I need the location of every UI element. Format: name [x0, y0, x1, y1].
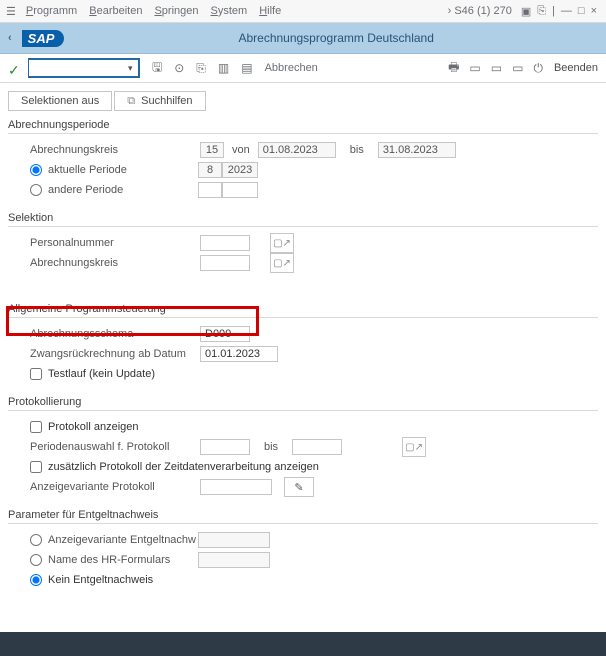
section-protokoll: Protokoll anzeigen Periodenauswahl f. Pr…	[8, 410, 598, 507]
sel-abrkreis-label: Abrechnungskreis	[30, 257, 200, 269]
chevron-down-icon[interactable]: ▾	[125, 63, 136, 74]
multiselect-icon: ▢↗	[405, 442, 423, 453]
aktuelle-jahr-field[interactable]	[222, 162, 258, 178]
menu-hilfe[interactable]: Hilfe	[259, 5, 281, 17]
attributes-icon[interactable]: ▥	[218, 61, 229, 75]
close-icon[interactable]: ×	[591, 5, 597, 17]
section-abrechnungsperiode-title: Abrechnungsperiode	[0, 117, 606, 133]
edit-variant-button[interactable]: ✎	[284, 477, 314, 497]
kein-entgelt-label: Kein Entgeltnachweis	[48, 574, 153, 586]
andere-monat-field[interactable]	[198, 182, 222, 198]
transaction-combo[interactable]: ▾	[28, 58, 140, 78]
layout3-icon[interactable]: ▭	[512, 61, 523, 75]
periodenauswahl-from-field[interactable]	[200, 439, 250, 455]
exit-icon[interactable]: ⏻	[533, 61, 543, 76]
menu-bearbeiten[interactable]: Bearbeiten	[89, 5, 142, 17]
list-icon[interactable]: ▤	[241, 61, 252, 75]
multiselect-icon: ▢↗	[273, 258, 291, 269]
zusatz-protokoll-label: zusätzlich Protokoll der Zeitdatenverarb…	[48, 461, 319, 473]
abrkreis-label: Abrechnungskreis	[30, 144, 200, 156]
section-entgelt-title: Parameter für Entgeltnachweis	[0, 507, 606, 523]
execute-icon[interactable]: ⊙	[174, 61, 184, 75]
save-icon[interactable]: 🖫	[152, 58, 162, 79]
zusatz-protokoll-checkbox[interactable]	[30, 461, 42, 473]
page-title: Abrechnungsprogramm Deutschland	[74, 31, 598, 45]
anzvar-entgelt-radio[interactable]	[30, 534, 42, 546]
section-allgemein-title: Allgemeine Programmsteuerung	[0, 301, 606, 317]
von-label: von	[232, 144, 250, 156]
sel-abrkreis-field[interactable]	[200, 255, 250, 271]
kein-entgelt-radio[interactable]	[30, 574, 42, 586]
maximize-icon[interactable]: □	[578, 5, 585, 17]
section-protokoll-title: Protokollierung	[0, 394, 606, 410]
minimize-icon[interactable]: —	[561, 5, 572, 17]
link-icon: ⧉	[127, 95, 135, 108]
hamburger-icon[interactable]: ☰	[6, 5, 16, 18]
personalnummer-label: Personalnummer	[30, 237, 200, 249]
protokoll-anzeigen-label: Protokoll anzeigen	[48, 421, 139, 433]
section-selektion-title: Selektion	[0, 210, 606, 226]
abrkreis-field[interactable]	[200, 142, 224, 158]
back-button[interactable]: ‹	[8, 32, 12, 44]
anzeigevariante-protokoll-field[interactable]	[200, 479, 272, 495]
von-date-field[interactable]	[258, 142, 336, 158]
zwangsrueckrechnung-label: Zwangsrückrechnung ab Datum	[30, 348, 200, 360]
hrform-radio[interactable]	[30, 554, 42, 566]
menu-springen[interactable]: Springen	[154, 5, 198, 17]
schema-field[interactable]	[200, 326, 250, 342]
variants-icon[interactable]: ⎘	[196, 61, 206, 76]
layout1-icon[interactable]: ▭	[469, 61, 480, 75]
andere-periode-radio[interactable]	[30, 184, 42, 196]
pencil-icon: ✎	[294, 481, 303, 494]
section-abrechnungsperiode: Abrechnungskreis von bis aktuelle Period…	[8, 133, 598, 210]
anzvar-entgelt-label: Anzeigevariante Entgeltnachw	[48, 534, 198, 546]
personalnummer-field[interactable]	[200, 235, 250, 251]
session-icon[interactable]: ⎘	[537, 5, 546, 18]
anzvar-entgelt-field[interactable]	[198, 532, 270, 548]
sap-logo: SAP	[22, 30, 65, 47]
andere-jahr-field[interactable]	[222, 182, 258, 198]
testlauf-label: Testlauf (kein Update)	[48, 368, 155, 380]
system-id: S46 (1) 270	[454, 5, 511, 17]
hrform-label: Name des HR-Formulars	[48, 554, 198, 566]
aktuelle-periode-label: aktuelle Periode	[48, 164, 198, 176]
menu-system[interactable]: System	[211, 5, 248, 17]
accept-icon[interactable]: ✓	[8, 62, 20, 74]
hrform-field[interactable]	[198, 552, 270, 568]
abrkreis-multiselect-button[interactable]: ▢↗	[270, 253, 294, 273]
cancel-button[interactable]: Abbrechen	[265, 62, 318, 74]
suchhilfen-label: Suchhilfen	[141, 95, 192, 107]
multiselect-icon: ▢↗	[273, 238, 291, 249]
periodenauswahl-bis-label: bis	[264, 441, 278, 453]
periodenauswahl-label: Periodenauswahl f. Protokoll	[30, 441, 200, 453]
chevron-right-icon: ›	[448, 5, 452, 17]
menu-programm[interactable]: Programm	[26, 5, 77, 17]
footer-strip	[0, 632, 606, 656]
selektionen-aus-button[interactable]: Selektionen aus	[8, 91, 112, 111]
anzeigevariante-protokoll-label: Anzeigevariante Protokoll	[30, 481, 200, 493]
periodenauswahl-to-field[interactable]	[292, 439, 342, 455]
bis-date-field[interactable]	[378, 142, 456, 158]
transaction-input[interactable]	[29, 60, 125, 76]
separator-icon: |	[552, 5, 555, 17]
beenden-button[interactable]: Beenden	[554, 62, 598, 74]
andere-periode-label: andere Periode	[48, 184, 198, 196]
bis-label: bis	[350, 144, 364, 156]
persnr-multiselect-button[interactable]: ▢↗	[270, 233, 294, 253]
selektionen-label: Selektionen aus	[21, 95, 99, 107]
layout2-icon[interactable]: ▭	[491, 61, 502, 75]
zwangsrueckrechnung-field[interactable]	[200, 346, 278, 362]
protokoll-anzeigen-checkbox[interactable]	[30, 421, 42, 433]
section-selektion: Personalnummer ▢↗ Abrechnungskreis ▢↗	[8, 226, 598, 283]
section-entgelt: Anzeigevariante Entgeltnachw Name des HR…	[8, 523, 598, 600]
window-icon[interactable]: ▣	[521, 5, 531, 18]
testlauf-checkbox[interactable]	[30, 368, 42, 380]
schema-label: Abrechnungsschema	[30, 328, 200, 340]
print-icon[interactable]: 🖶	[448, 58, 459, 79]
suchhilfen-button[interactable]: ⧉ Suchhilfen	[114, 91, 205, 111]
aktuelle-periode-radio[interactable]	[30, 164, 42, 176]
periode-multiselect-button[interactable]: ▢↗	[402, 437, 426, 457]
section-allgemein: Abrechnungsschema Zwangsrückrechnung ab …	[8, 317, 598, 394]
aktuelle-monat-field[interactable]	[198, 162, 222, 178]
